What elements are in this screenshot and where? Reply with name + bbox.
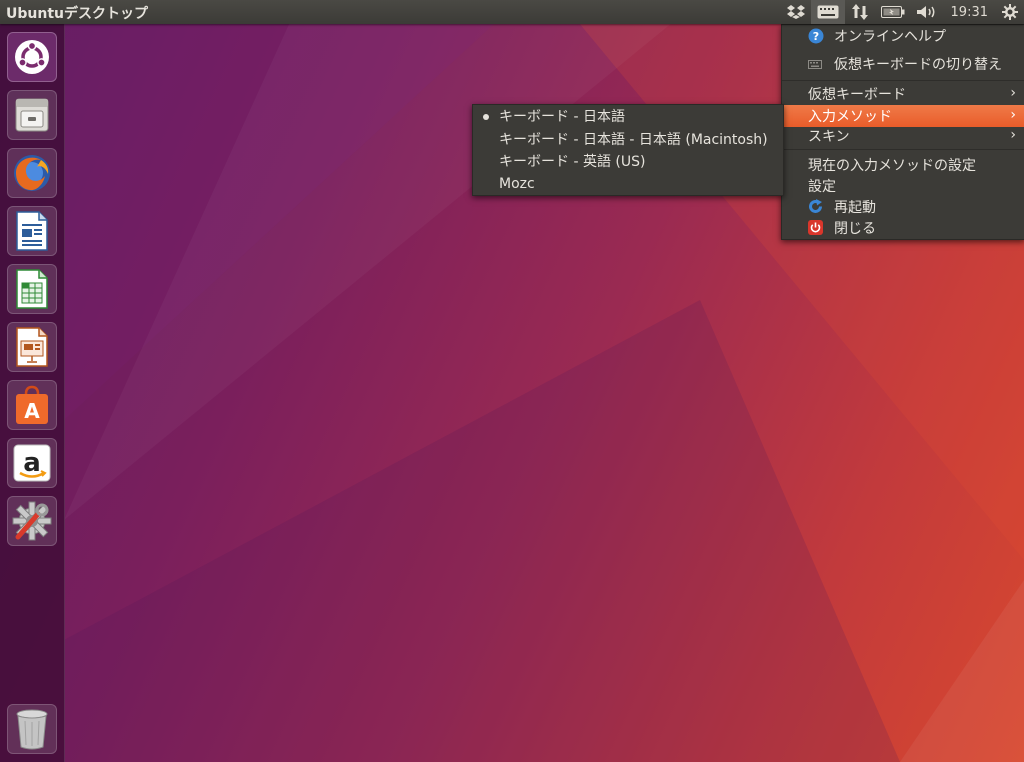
chevron-right-icon: ›: [1010, 107, 1016, 123]
clock[interactable]: 19:31: [943, 5, 996, 20]
battery-icon[interactable]: [875, 0, 911, 24]
trash-icon: [16, 709, 48, 750]
help-icon: ?: [808, 28, 824, 44]
menu-item-virtual-keyboard[interactable]: 仮想キーボード ›: [782, 83, 1024, 105]
software-center-button[interactable]: A: [7, 380, 57, 430]
libreoffice-calc-button[interactable]: [7, 264, 57, 314]
panel-title: Ubuntuデスクトップ: [6, 6, 148, 22]
chevron-right-icon: ›: [1010, 85, 1016, 101]
menu-item-toggle-virtual-keyboard[interactable]: 仮想キーボードの切り替え: [782, 53, 1024, 75]
selected-bullet-icon: [483, 114, 489, 120]
calc-icon: [16, 269, 48, 309]
chevron-right-icon: ›: [1010, 127, 1016, 143]
submenu-item-english-us[interactable]: キーボード - 英語 (US): [473, 150, 783, 172]
menu-separator: [782, 80, 1024, 81]
menu-item-online-help[interactable]: ? オンラインヘルプ: [782, 25, 1024, 47]
impress-icon: [16, 327, 48, 367]
writer-icon: [16, 211, 48, 251]
launcher: A a: [0, 24, 65, 762]
svg-text:?: ?: [813, 30, 819, 43]
dash-home-icon: [15, 40, 49, 74]
files-icon: [15, 98, 49, 132]
submenu-item-japanese-macintosh[interactable]: キーボード - 日本語 - 日本語 (Macintosh): [473, 128, 783, 150]
firefox-button[interactable]: [7, 148, 57, 198]
network-icon[interactable]: [845, 0, 875, 24]
software-center-icon: A: [16, 385, 48, 424]
menu-item-input-method[interactable]: 入力メソッド ›: [782, 105, 1024, 127]
system-settings-icon: [12, 501, 52, 541]
submenu-item-mozc[interactable]: Mozc: [473, 173, 783, 195]
dropbox-icon[interactable]: [781, 0, 811, 24]
volume-icon[interactable]: [911, 0, 943, 24]
keyboard-indicator-icon[interactable]: [810, 0, 845, 24]
files-button[interactable]: [7, 90, 57, 140]
keyboard-icon: [808, 60, 822, 69]
panel-indicators: 19:31: [781, 0, 1024, 24]
menu-item-close[interactable]: 閉じる: [782, 217, 1024, 239]
dash-home-button[interactable]: [7, 32, 57, 82]
libreoffice-impress-button[interactable]: [7, 322, 57, 372]
amazon-icon: a: [13, 444, 51, 482]
menu-item-skin[interactable]: スキン ›: [782, 125, 1024, 147]
restart-icon: [809, 199, 822, 213]
input-method-menu: ? オンラインヘルプ 仮想キーボードの切り替え 仮想キーボード › 入力メソッド…: [781, 24, 1024, 240]
system-settings-button[interactable]: [7, 496, 57, 546]
svg-text:A: A: [24, 399, 40, 423]
top-panel: Ubuntuデスクトップ 19:31: [0, 0, 1024, 24]
svg-text:a: a: [23, 448, 41, 478]
submenu-item-japanese[interactable]: キーボード - 日本語: [473, 105, 783, 127]
trash-button[interactable]: [7, 704, 57, 754]
input-method-submenu: キーボード - 日本語 キーボード - 日本語 - 日本語 (Macintosh…: [472, 104, 784, 196]
menu-item-current-input-method-settings[interactable]: 現在の入力メソッドの設定: [782, 154, 1024, 176]
firefox-icon: [14, 155, 50, 191]
menu-item-restart[interactable]: 再起動: [782, 196, 1024, 218]
libreoffice-writer-button[interactable]: [7, 206, 57, 256]
menu-item-settings[interactable]: 設定: [782, 175, 1024, 197]
session-gear-icon[interactable]: [996, 0, 1024, 24]
amazon-button[interactable]: a: [7, 438, 57, 488]
menu-separator: [782, 149, 1024, 150]
power-icon: [808, 220, 823, 235]
